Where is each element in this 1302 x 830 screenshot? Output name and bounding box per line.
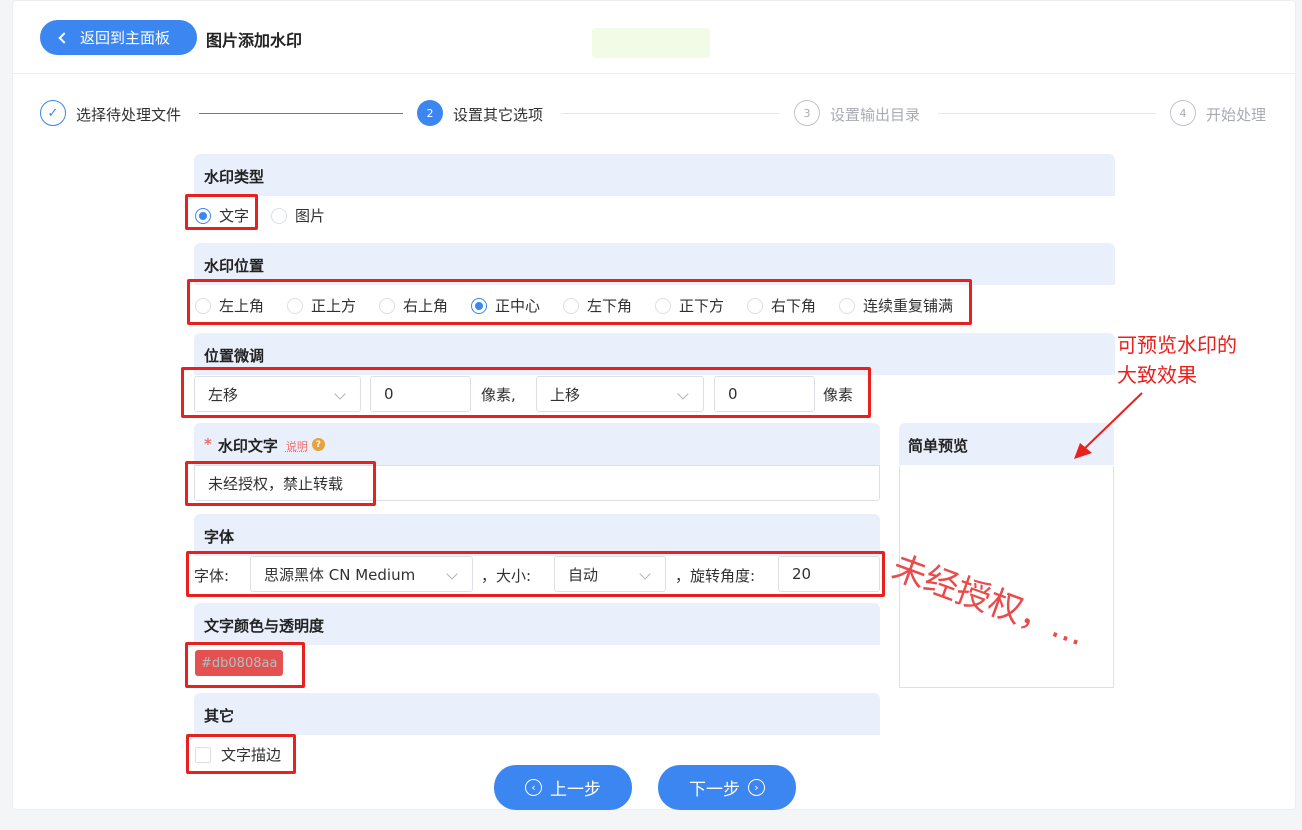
font-header: 字体 bbox=[194, 514, 880, 556]
page-title: 图片添加水印 bbox=[206, 31, 303, 50]
prev-step-label: 上一步 bbox=[550, 780, 601, 800]
next-step-label: 下一步 bbox=[689, 780, 740, 800]
watermark-text-header: * 水印文字 说明 ? bbox=[194, 423, 880, 465]
next-step-button[interactable]: 下一步 › bbox=[658, 765, 796, 810]
annotation-note: 可预览水印的 大致效果 bbox=[1117, 330, 1237, 390]
step-4-number: 4 bbox=[1170, 100, 1196, 126]
prev-step-button[interactable]: ‹ 上一步 bbox=[494, 765, 632, 810]
highlight-box-other bbox=[186, 734, 296, 774]
circle-right-icon: › bbox=[748, 779, 765, 796]
help-link[interactable]: 说明 bbox=[286, 438, 308, 454]
annotation-arrow-icon bbox=[1074, 392, 1143, 459]
type-option-image[interactable]: 图片 bbox=[271, 205, 325, 226]
watermark-type-header: 水印类型 bbox=[194, 154, 1115, 196]
step-line-1 bbox=[199, 113, 403, 114]
circle-left-icon: ‹ bbox=[525, 779, 542, 796]
step-3-number: 3 bbox=[794, 100, 820, 126]
highlight-box-color bbox=[185, 642, 305, 688]
other-header: 其它 bbox=[194, 693, 880, 735]
faded-toast bbox=[592, 28, 710, 58]
radio-icon bbox=[271, 207, 287, 224]
header-divider bbox=[12, 73, 1296, 74]
back-button-label: 返回到主面板 bbox=[80, 29, 171, 47]
color-header: 文字颜色与透明度 bbox=[194, 603, 880, 645]
highlight-box-position bbox=[187, 279, 972, 325]
annotation-line-1: 可预览水印的 bbox=[1117, 333, 1237, 357]
step-1-label: 选择待处理文件 bbox=[76, 106, 182, 124]
step-line-3 bbox=[938, 113, 1156, 114]
highlight-box-font bbox=[186, 551, 885, 597]
help-icon[interactable]: ? bbox=[311, 438, 325, 451]
chevron-left-icon bbox=[58, 31, 70, 44]
watermark-text-title: 水印文字 bbox=[217, 437, 278, 455]
highlight-box-text bbox=[185, 461, 376, 506]
required-mark: * bbox=[204, 435, 212, 453]
step-1-check-icon: ✓ bbox=[40, 100, 66, 126]
step-line-2 bbox=[561, 113, 779, 114]
type-option-image-label: 图片 bbox=[295, 207, 326, 225]
highlight-box-type bbox=[185, 194, 258, 230]
highlight-box-fine-tune bbox=[181, 367, 871, 418]
back-to-dashboard-button[interactable]: 返回到主面板 bbox=[40, 20, 197, 55]
step-4-label: 开始处理 bbox=[1206, 106, 1267, 124]
step-2-number: 2 bbox=[417, 100, 443, 126]
step-2-label: 设置其它选项 bbox=[453, 106, 544, 124]
step-3-label: 设置输出目录 bbox=[830, 106, 921, 124]
